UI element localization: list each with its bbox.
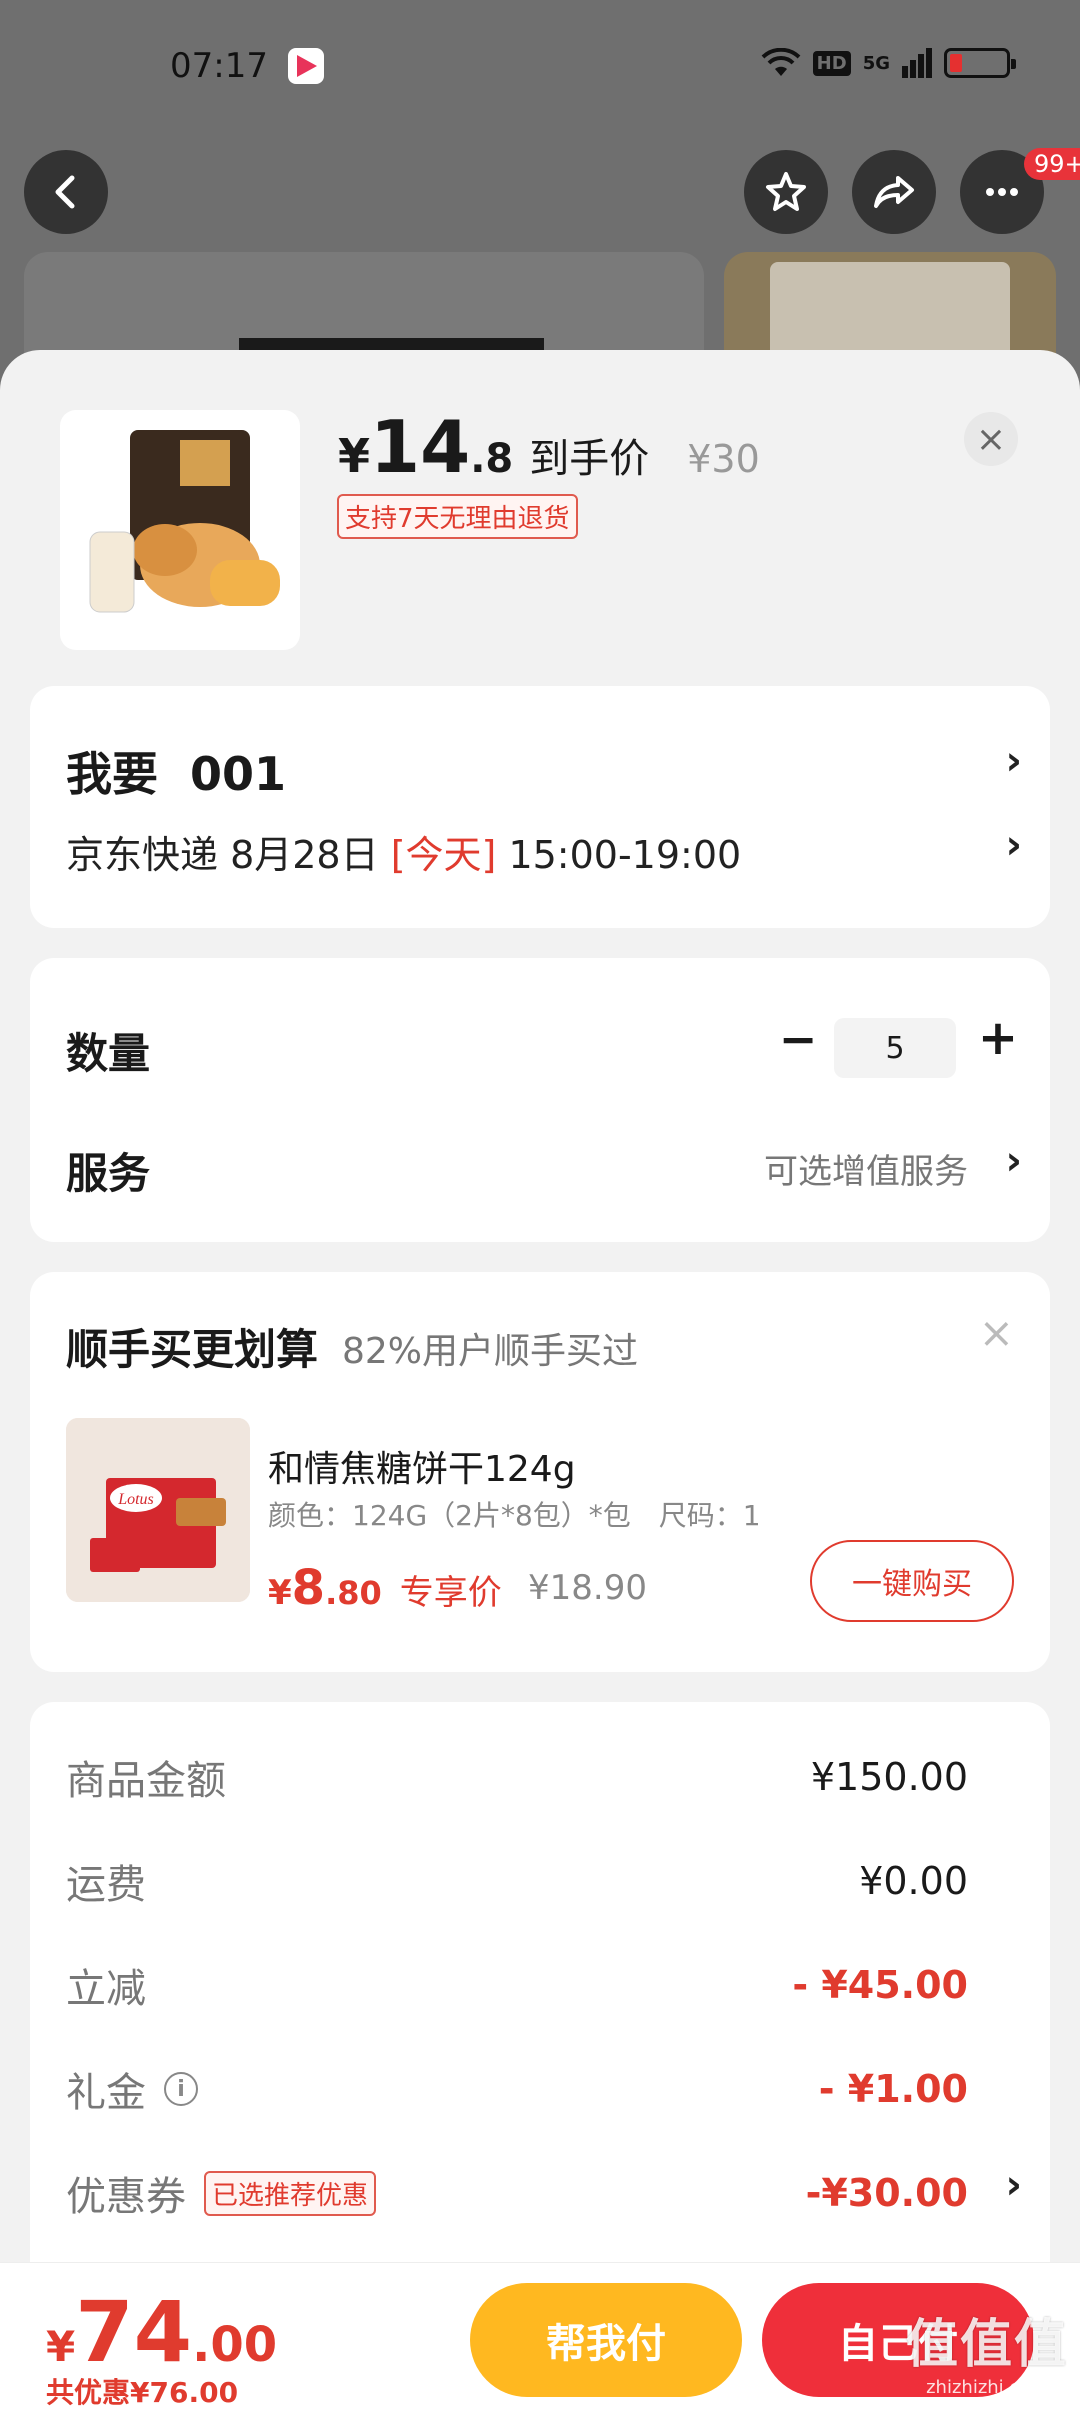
signal-bars-icon (902, 48, 932, 78)
purchase-sheet: ¥ 14 .8 到手价 ¥30 支持7天无理由退货 × 我要 001 › 京东快… (0, 350, 1080, 2412)
combo-price-integer: 8 (291, 1560, 326, 1616)
summary-value: - ¥1.00 (818, 2067, 968, 2111)
combo-price-currency: ¥ (268, 1573, 292, 1613)
info-icon[interactable]: i (164, 2072, 198, 2106)
original-price: ¥30 (687, 437, 760, 481)
chevron-left-icon (55, 175, 75, 209)
quantity-label: 数量 (66, 1029, 151, 1078)
summary-label: 运费 (66, 1862, 146, 1908)
one-click-buy-button[interactable]: 一键购买 (810, 1540, 1014, 1622)
hd-icon: HD (812, 50, 851, 76)
delivery-carrier: 京东快递 8月28日 (66, 833, 391, 877)
combo-price-decimal: .80 (325, 1574, 382, 1612)
share-icon (874, 176, 914, 208)
delivery-today: [今天] (390, 833, 497, 877)
total-decimal: .00 (192, 2317, 278, 2373)
summary-value: ¥150.00 (810, 1755, 968, 1799)
price-label: 到手价 (529, 436, 650, 482)
summary-row-discount: 立减 - ¥45.00 (66, 1956, 968, 2014)
quantity-input[interactable]: 5 (834, 1018, 956, 1078)
message-count-badge: 99+ (1024, 148, 1080, 180)
service-label: 服务 (66, 1149, 151, 1198)
combo-product-name: 和情焦糖饼干124g (268, 1449, 576, 1490)
total-integer: 74 (75, 2283, 193, 2381)
combo-title: 顺手买更划算 (66, 1325, 319, 1374)
price-integer: 14 (370, 405, 471, 489)
product-image (89, 430, 280, 613)
more-dots-icon (986, 188, 1018, 196)
total-currency: ¥ (46, 2322, 76, 2371)
share-button[interactable] (852, 150, 936, 234)
combo-subtitle: 82%用户顺手买过 (342, 1331, 639, 1372)
selection-card: 我要 001 › 京东快递 8月28日 [今天] 15:00-19:00 › (30, 686, 1050, 928)
summary-row-coupon[interactable]: 优惠券 已选推荐优惠 -¥30.00 (66, 2164, 968, 2222)
favorite-button[interactable] (744, 150, 828, 234)
coupon-tag: 已选推荐优惠 (204, 2170, 377, 2216)
summary-value: - ¥45.00 (792, 1963, 968, 2007)
close-icon: × (975, 418, 1007, 460)
price-currency: ¥ (338, 429, 371, 483)
chevron-right-icon[interactable]: › (1006, 1138, 1022, 1184)
summary-label: 立减 (66, 1966, 146, 2012)
status-icons: HD 5G (761, 48, 1016, 78)
combo-original-price: ¥18.90 (528, 1568, 647, 1608)
summary-label: 商品金额 (66, 1758, 226, 1804)
combo-recommendation-card: 顺手买更划算 82%用户顺手买过 × Lotus 和情焦糖饼干124g 颜色：1… (30, 1272, 1050, 1672)
summary-label: 优惠券 (66, 2174, 186, 2220)
delivery-time: 15:00-19:00 (496, 833, 742, 877)
app-notification-icon (288, 48, 324, 84)
summary-value: ¥0.00 (859, 1859, 968, 1903)
status-time: 07:17 (170, 46, 268, 86)
star-icon (766, 172, 806, 211)
close-button[interactable]: × (964, 412, 1018, 466)
watermark-logo: 值值值 (905, 2315, 1068, 2375)
summary-row-gift: 礼金 i - ¥1.00 (66, 2060, 968, 2118)
battery-icon (944, 48, 1016, 78)
total-saved: 共优惠¥76.00 (46, 2376, 239, 2409)
quantity-plus-button[interactable]: + (970, 1010, 1026, 1066)
watermark: 值值值 zhizhizhi.com (906, 2302, 1068, 2398)
quantity-service-card: 数量 − 5 + 服务 可选增值服务 › (30, 958, 1050, 1242)
summary-row-shipping: 运费 ¥0.00 (66, 1852, 968, 1910)
delivery-info[interactable]: 京东快递 8月28日 [今天] 15:00-19:00 (66, 824, 741, 879)
summary-label-wrap: 礼金 i (66, 2060, 198, 2118)
chevron-right-icon[interactable]: › (1006, 738, 1022, 784)
combo-price-label: 专享价 (399, 1573, 502, 1613)
help-pay-button[interactable]: 帮我付 (470, 2283, 742, 2397)
product-thumbnail (60, 410, 300, 650)
combo-product-image: Lotus (66, 1418, 250, 1602)
back-button[interactable] (24, 150, 108, 234)
spec-selector[interactable]: 我要 001 (66, 738, 286, 804)
total-price: ¥ 74 .00 (46, 2283, 277, 2381)
return-policy-tag: 支持7天无理由退货 (337, 494, 578, 539)
svg-text:Lotus: Lotus (117, 1491, 154, 1508)
price-decimal: .8 (470, 436, 514, 482)
summary-row-subtotal: 商品金额 ¥150.00 (66, 1748, 968, 1806)
summary-label-wrap: 优惠券 已选推荐优惠 (66, 2164, 377, 2222)
signal-icon: 5G (862, 52, 890, 74)
chevron-right-icon[interactable]: › (1006, 822, 1022, 868)
spec-prefix: 我要 (66, 747, 158, 801)
quantity-minus-button[interactable]: − (770, 1012, 826, 1066)
combo-price: ¥ 8 .80 专享价 (268, 1560, 502, 1616)
combo-close-icon[interactable]: × (979, 1308, 1014, 1357)
summary-label: 礼金 (66, 2070, 146, 2116)
wifi-icon (761, 48, 801, 76)
bottom-action-bar: ¥ 74 .00 共优惠¥76.00 帮我付 自己付 值值值 zhizhizhi… (0, 2262, 1080, 2412)
status-bar: 07:17 HD 5G (0, 0, 1080, 140)
chevron-right-icon[interactable]: › (1006, 2162, 1022, 2208)
price-row: ¥ 14 .8 到手价 ¥30 (338, 405, 760, 489)
spec-value: 001 (190, 747, 287, 801)
watermark-url: zhizhizhi.com (926, 2377, 1048, 2398)
combo-product-spec: 颜色：124G（2片*8包）*包 尺码：1 (268, 1499, 761, 1532)
service-selector[interactable]: 可选增值服务 (764, 1144, 968, 1193)
summary-value: -¥30.00 (805, 2171, 968, 2215)
